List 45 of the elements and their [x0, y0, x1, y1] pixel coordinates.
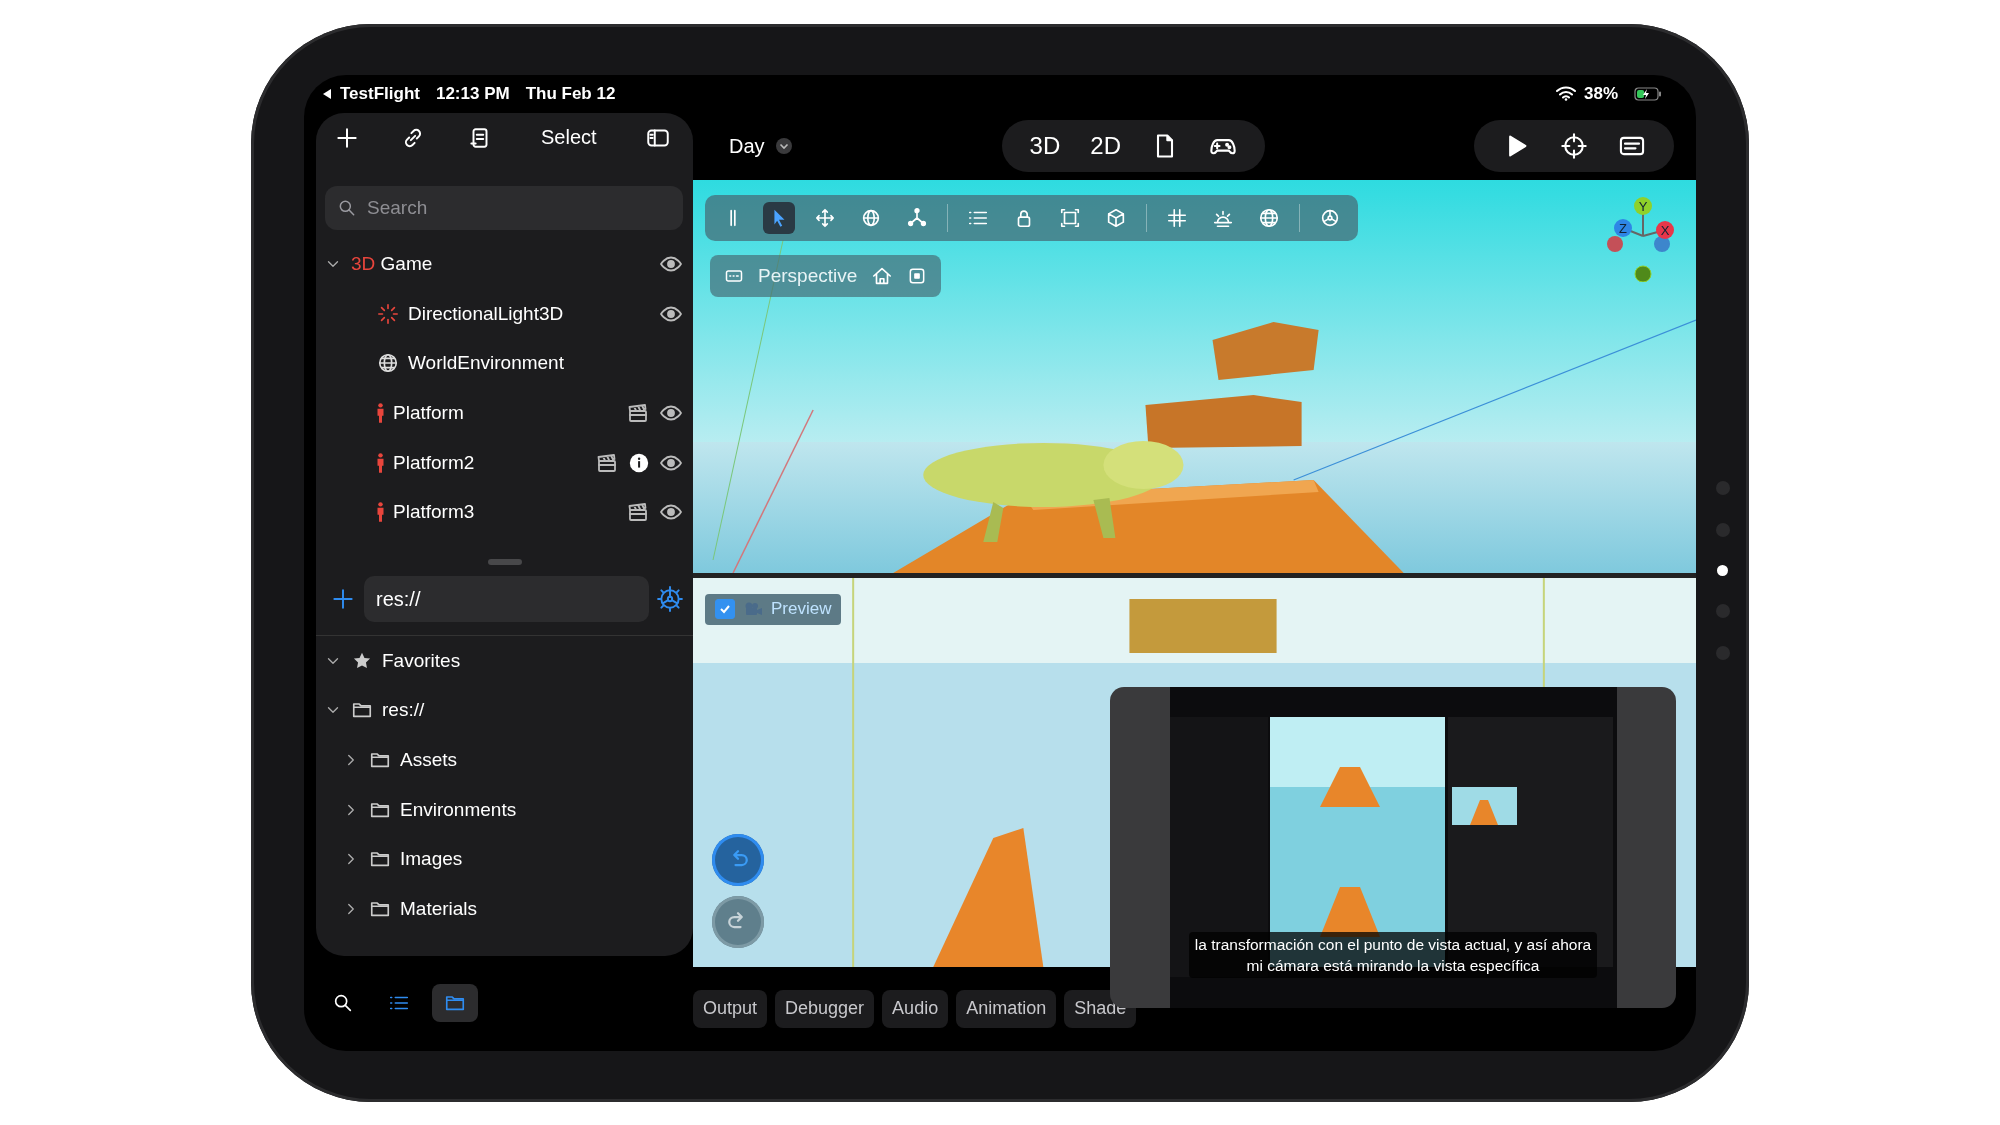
battery-icon: [1634, 86, 1662, 101]
battery-percent: 38%: [1583, 83, 1618, 104]
mode-button[interactable]: 3D: [1029, 132, 1061, 160]
light-icon: [377, 302, 399, 325]
panel-tab[interactable]: Animation: [956, 989, 1057, 1028]
wifi-icon: [1555, 86, 1576, 101]
mode-button[interactable]: 2D: [1090, 132, 1121, 160]
file-label[interactable]: Assets: [400, 749, 458, 772]
node-label[interactable]: WorldEnvironment: [408, 352, 564, 375]
node-label[interactable]: Platform: [393, 402, 464, 425]
crosshair-icon[interactable]: [1560, 132, 1588, 160]
node-label[interactable]: DirectionalLight3D: [408, 302, 564, 325]
search-icon: [332, 992, 354, 1014]
file-label[interactable]: Environments: [400, 798, 517, 821]
axis-gizmo[interactable]: Y Z X: [1605, 191, 1677, 282]
select-button[interactable]: Select: [533, 122, 605, 153]
file-label[interactable]: res://: [382, 699, 425, 722]
resize-handle[interactable]: [487, 559, 522, 566]
person-icon: [377, 451, 384, 474]
globe-icon: [377, 352, 399, 375]
panel-tab[interactable]: Audio: [882, 989, 949, 1028]
file-label[interactable]: Favorites: [382, 649, 461, 672]
back-link[interactable]: TestFlight: [340, 83, 420, 104]
cursor-icon[interactable]: [763, 201, 795, 234]
info-icon[interactable]: [628, 451, 650, 474]
file-label[interactable]: Images: [400, 848, 463, 871]
view-label: Perspective: [758, 264, 858, 287]
search-field[interactable]: Search: [325, 185, 683, 230]
folder-tab-button[interactable]: [432, 984, 478, 1022]
node-label[interactable]: 3D Game: [351, 253, 433, 276]
back-icon[interactable]: [322, 87, 332, 100]
panel-tab[interactable]: Output: [693, 989, 768, 1028]
scene-dropdown[interactable]: Day: [729, 134, 793, 158]
person-icon: [377, 402, 384, 425]
node-label[interactable]: Platform2: [393, 451, 475, 474]
node-label[interactable]: Platform3: [393, 501, 475, 524]
panel-tab[interactable]: Debugger: [775, 989, 875, 1028]
path-field[interactable]: res://: [364, 576, 649, 623]
person-icon: [377, 501, 384, 524]
status-time: 12:13 PM: [435, 83, 510, 104]
chevron-down-icon: [774, 137, 793, 155]
status-date: Thu Feb 12: [525, 83, 616, 104]
page-dot: [1717, 564, 1728, 576]
file-label[interactable]: Materials: [400, 897, 478, 920]
gear-icon[interactable]: [657, 586, 683, 613]
